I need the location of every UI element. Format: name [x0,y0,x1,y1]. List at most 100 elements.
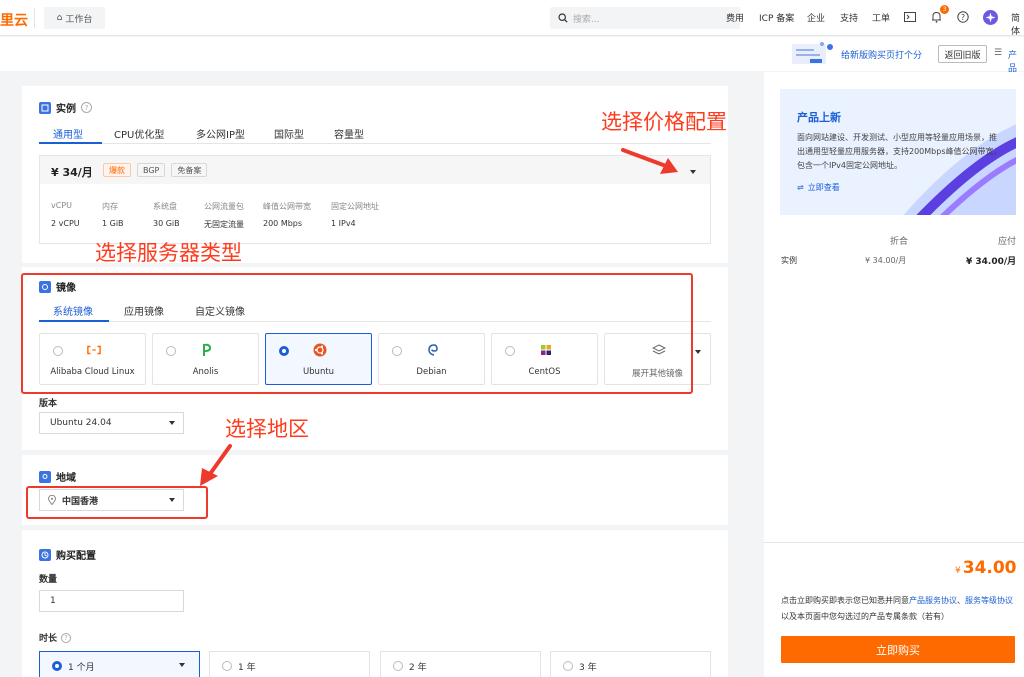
spec-value-bandwidth: 200 Mbps [263,219,303,228]
radio-1-month[interactable] [52,661,62,671]
location-icon [39,470,51,483]
workbench-button[interactable]: ⌂ 工作台 [44,7,105,29]
instance-title-row: 实例 ? [39,100,92,115]
feedback-illustration-icon [790,40,840,66]
version-value: Ubuntu 24.04 [50,418,112,428]
annotation-server-type: 选择服务器类型 [95,241,242,265]
total-price: ¥ 34.00 [955,558,1017,578]
agreement-sla-link[interactable]: 服务等级协议 [965,596,1013,605]
row-instance-discount: ¥ 34.00/月 [865,256,907,265]
duration-caret-icon [179,663,185,667]
spec-label-traffic: 公网流量包 [204,202,244,211]
product-link[interactable]: 产品 [1008,48,1024,74]
agreement-service-link[interactable]: 产品服务协议 [909,596,957,605]
tag-hot: 爆款 [103,163,131,177]
nav-support[interactable]: 支持 [840,11,858,24]
agreement-pre: 点击立即购买即表示您已知悉并同意 [781,596,909,605]
promo-title: 产品上新 [797,111,841,124]
region-title-row: 地域 [39,469,76,484]
spec-value-vcpu: 2 vCPU [51,219,80,228]
annotation-box-region [26,486,208,519]
tab-multi-ip[interactable]: 多公网IP型 [196,126,245,141]
help-icon[interactable]: ? [956,10,970,24]
promo-link-label: 立即查看 [807,183,840,192]
spec-value-ip: 1 IPv4 [331,219,356,228]
duration-label-2-year: 2 年 [409,662,427,673]
col-discount: 折合 [890,237,909,247]
purchase-title-row: 购买配置 [39,547,96,562]
buy-now-button[interactable]: 立即购买 [781,636,1015,663]
nav-billing[interactable]: 费用 [726,11,744,24]
spec-label-bandwidth: 峰值公网带宽 [263,202,311,211]
annotation-price: 选择价格配置 [601,110,727,134]
help-circle-icon[interactable]: ? [81,102,92,113]
nav-enterprise[interactable]: 企业 [807,11,825,24]
tab-cpu-optimized[interactable]: CPU优化型 [114,126,164,141]
total-currency: ¥ [955,566,961,576]
spec-label-disk: 系统盘 [153,202,177,211]
radio-1-year[interactable] [222,661,232,671]
plan-tags: 爆款 BGP 免备案 [103,163,208,177]
nav-ticket[interactable]: 工单 [872,11,890,24]
plan-price: ¥ 34/月 [51,166,93,179]
avatar-star-icon [985,12,996,23]
search-input[interactable]: 搜索... [550,7,740,29]
spec-label-memory: 内存 [102,202,118,211]
duration-label-row: 时长 ? [39,631,72,644]
terminal-icon[interactable] [903,10,917,24]
search-placeholder: 搜索... [573,14,600,25]
old-version-button[interactable]: 返回旧版 [938,45,987,63]
clock-icon [39,548,51,561]
plan-dropdown-caret-icon[interactable] [690,170,696,174]
feedback-link[interactable]: 给新版购买页打个分 [841,48,922,61]
instance-title: 实例 [56,104,76,115]
home-icon: ⌂ [56,13,63,23]
radio-3-year[interactable] [563,661,573,671]
tab-underline [39,142,102,144]
radio-2-year[interactable] [393,661,403,671]
version-select[interactable]: Ubuntu 24.04 [39,412,184,434]
annotation-box-image [21,273,693,394]
spec-value-disk: 30 GiB [153,219,180,228]
link-icon: ⇌ [797,183,804,192]
nav-icp[interactable]: ICP 备案 [759,11,794,24]
duration-1-month[interactable]: 1 个月 [39,651,200,677]
duration-label: 时长 [39,634,58,644]
top-bar [0,0,1024,36]
quantity-label: 数量 [39,575,58,585]
purchase-title: 购买配置 [56,551,96,562]
spec-label-vcpu: vCPU [51,201,72,210]
language-switch[interactable]: 简体 [1011,11,1024,37]
row-instance-payable: ¥ 34.00/月 [966,257,1017,267]
region-title: 地域 [56,473,76,484]
annotation-region: 选择地区 [225,417,309,441]
tag-no-icp: 免备案 [171,163,208,177]
promo-card: 产品上新 面向网站建设、开发测试、小型应用等轻量应用场景，推出通用型轻量应用服务… [780,89,1016,215]
divider [34,8,35,28]
spec-value-memory: 1 GiB [102,219,124,228]
promo-link[interactable]: ⇌ 立即查看 [797,182,840,193]
instance-icon [39,101,51,114]
duration-3-year[interactable]: 3 年 [550,651,711,677]
doc-icon: ☰ [994,48,1003,58]
row-instance-label: 实例 [781,256,797,265]
agreement-post: 以及本页面中您勾选过的产品专属条款（若有） [781,612,949,621]
duration-label-3-year: 3 年 [579,662,597,673]
logo[interactable]: 里云 [0,10,28,30]
duration-label-1-month: 1 个月 [68,662,95,673]
duration-1-year[interactable]: 1 年 [209,651,370,677]
tab-general[interactable]: 通用型 [53,126,83,141]
duration-help-icon[interactable]: ? [61,632,72,643]
agreement-sep: 、 [957,596,965,605]
avatar[interactable] [983,10,998,25]
tag-bgp: BGP [137,163,166,177]
quantity-input[interactable]: 1 [39,590,184,612]
spec-value-traffic: 无固定流量 [204,220,244,229]
promo-text: 面向网站建设、开发测试、小型应用等轻量应用场景，推出通用型轻量应用服务器，支持2… [797,133,1002,170]
tab-international[interactable]: 国际型 [274,126,304,141]
duration-2-year[interactable]: 2 年 [380,651,541,677]
tab-capacity[interactable]: 容量型 [334,126,364,141]
annotation-arrow-price-icon [621,148,678,174]
more-caret-icon [695,350,701,354]
total-amount: 34.00 [962,558,1017,578]
